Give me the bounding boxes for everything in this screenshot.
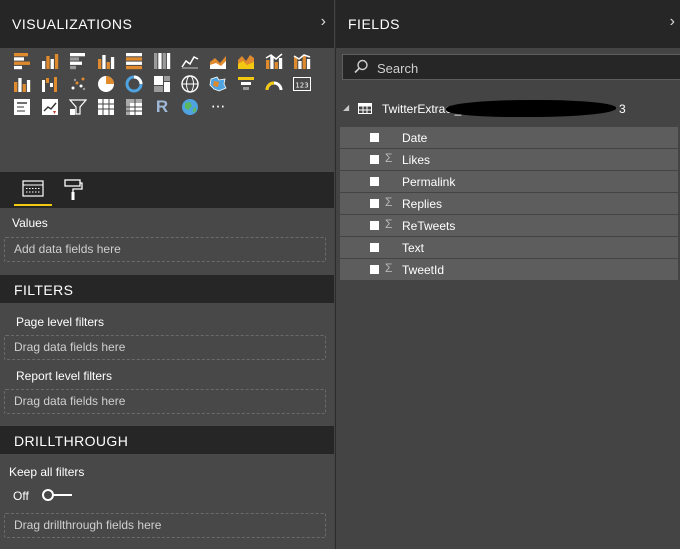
r-script-visual-icon[interactable]: R xyxy=(153,97,171,116)
stacked-column-chart-icon[interactable] xyxy=(41,52,59,70)
field-name: Replies xyxy=(402,197,443,211)
values-label: Values xyxy=(12,216,48,230)
fields-search-box[interactable] xyxy=(342,54,680,80)
collapse-table-icon[interactable]: ◢ xyxy=(343,103,349,112)
field-name: ReTweets xyxy=(402,219,456,233)
visualization-gallery: 123 R ··· xyxy=(8,52,326,121)
visualizations-title: VISUALIZATIONS xyxy=(12,16,133,32)
area-chart-icon[interactable] xyxy=(209,52,227,70)
matrix-icon[interactable] xyxy=(125,98,143,116)
fields-header: FIELDS › xyxy=(336,0,680,48)
field-checkbox[interactable] xyxy=(370,155,379,164)
stacked-bar-chart-icon[interactable] xyxy=(13,52,31,70)
page-level-filters-well[interactable]: Drag data fields here xyxy=(4,335,326,360)
drillthrough-header: DRILLTHROUGH xyxy=(0,426,334,454)
field-name: Permalink xyxy=(402,175,456,189)
field-row-likes[interactable]: Σ Likes xyxy=(340,149,678,170)
keep-all-filters-label: Keep all filters xyxy=(9,465,85,479)
kpi-icon[interactable] xyxy=(41,98,59,116)
drillthrough-title: DRILLTHROUGH xyxy=(14,433,129,449)
report-level-filters-well[interactable]: Drag data fields here xyxy=(4,389,326,414)
table-name-suffix: 3 xyxy=(619,102,626,116)
100-percent-stacked-column-chart-icon[interactable] xyxy=(153,52,171,70)
map-icon[interactable] xyxy=(181,75,199,93)
visualizations-header: VISUALIZATIONS › xyxy=(0,0,334,48)
search-input[interactable] xyxy=(375,57,669,79)
field-checkbox[interactable] xyxy=(370,199,379,208)
field-checkbox[interactable] xyxy=(370,177,379,186)
field-checkbox[interactable] xyxy=(370,221,379,230)
drillthrough-drop-well[interactable]: Drag drillthrough fields here xyxy=(4,513,326,538)
100-percent-stacked-bar-chart-icon[interactable] xyxy=(125,52,143,70)
field-row-text[interactable]: Text xyxy=(340,237,678,258)
scatter-chart-icon[interactable] xyxy=(69,75,87,93)
sigma-icon: Σ xyxy=(385,261,393,275)
ribbon-chart-icon[interactable] xyxy=(13,75,31,93)
collapse-fields-icon[interactable]: › xyxy=(670,13,675,31)
active-tab-underline xyxy=(14,204,52,206)
field-row-replies[interactable]: Σ Replies xyxy=(340,193,678,214)
line-chart-icon[interactable] xyxy=(181,52,199,70)
sigma-icon: Σ xyxy=(385,195,393,209)
values-drop-well[interactable]: Add data fields here xyxy=(4,237,326,262)
field-row-date[interactable]: Date xyxy=(340,127,678,148)
clustered-bar-chart-icon[interactable] xyxy=(69,52,87,70)
redaction-mark xyxy=(446,100,616,117)
sigma-icon: Σ xyxy=(385,151,393,165)
fields-tab[interactable] xyxy=(14,172,52,208)
card-icon[interactable]: 123 xyxy=(293,75,311,93)
slicer-icon[interactable] xyxy=(69,98,87,116)
filled-map-icon[interactable] xyxy=(209,75,227,93)
search-icon xyxy=(354,59,368,74)
field-checkbox[interactable] xyxy=(370,133,379,142)
report-level-filters-label: Report level filters xyxy=(16,369,113,383)
waterfall-chart-icon[interactable] xyxy=(41,75,59,93)
svg-text:123: 123 xyxy=(295,82,308,90)
fields-pane: FIELDS › ◢ TwitterExtract_ 3 Date Σ xyxy=(335,0,680,549)
table-icon[interactable] xyxy=(97,98,115,116)
page-level-filters-label: Page level filters xyxy=(16,315,105,329)
visualizations-tab-row xyxy=(0,172,334,208)
gauge-icon[interactable] xyxy=(265,75,283,93)
filters-title: FILTERS xyxy=(14,282,74,298)
field-row-tweetid[interactable]: Σ TweetId xyxy=(340,259,678,280)
arcgis-map-icon[interactable] xyxy=(181,98,199,116)
fields-title: FIELDS xyxy=(348,16,401,32)
multi-row-card-icon[interactable] xyxy=(13,98,31,116)
line-and-stacked-column-chart-icon[interactable] xyxy=(265,52,283,70)
sigma-icon: Σ xyxy=(385,217,393,231)
field-name: TweetId xyxy=(402,263,445,277)
field-name: Likes xyxy=(402,153,431,167)
fields-well-icon xyxy=(22,180,44,197)
field-name: Text xyxy=(402,241,425,255)
pie-chart-icon[interactable] xyxy=(97,75,115,93)
keep-all-filters-state: Off xyxy=(13,489,29,503)
format-tab[interactable] xyxy=(60,172,88,208)
filters-header: FILTERS xyxy=(0,275,334,303)
visualizations-pane: VISUALIZATIONS › 123 R ··· Values Add data… xyxy=(0,0,334,549)
field-name: Date xyxy=(402,131,428,145)
field-row-permalink[interactable]: Permalink xyxy=(340,171,678,192)
donut-chart-icon[interactable] xyxy=(125,75,143,93)
field-checkbox[interactable] xyxy=(370,265,379,274)
table-icon xyxy=(358,103,372,114)
paint-roller-icon xyxy=(64,179,83,200)
clustered-column-chart-icon[interactable] xyxy=(97,52,115,70)
field-row-retweets[interactable]: Σ ReTweets xyxy=(340,215,678,236)
funnel-icon[interactable] xyxy=(237,75,255,93)
collapse-visualizations-icon[interactable]: › xyxy=(321,13,326,31)
line-and-clustered-column-chart-icon[interactable] xyxy=(293,52,311,70)
more-visuals-icon[interactable]: ··· xyxy=(209,98,227,116)
treemap-icon[interactable] xyxy=(153,75,171,93)
field-checkbox[interactable] xyxy=(370,243,379,252)
field-list: Date Σ Likes Permalink Σ Replies Σ ReTwe… xyxy=(340,127,680,281)
stacked-area-chart-icon[interactable] xyxy=(237,52,255,70)
toggle-knob xyxy=(42,489,54,501)
